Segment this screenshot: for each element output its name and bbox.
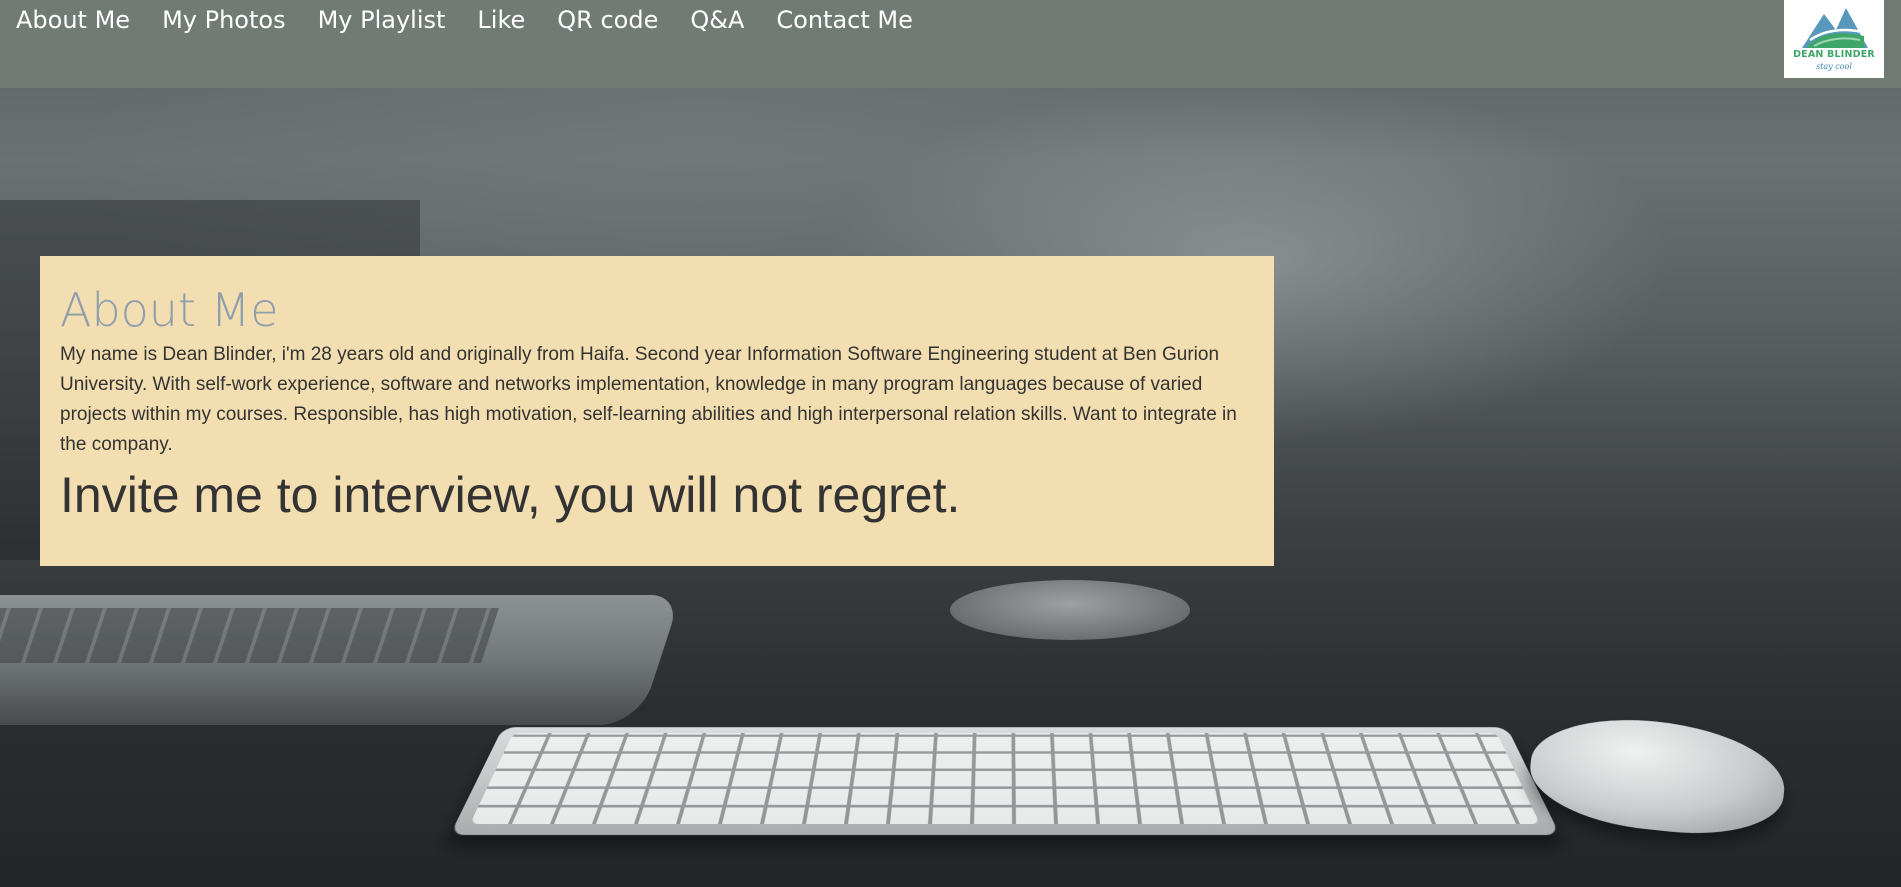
about-cta: Invite me to interview, you will not reg… [60,467,961,523]
nav-item-qa[interactable]: Q&A [674,0,760,35]
nav-item-my-playlist[interactable]: My Playlist [302,0,462,35]
page: About Me My Photos My Playlist Like QR c… [0,0,1901,887]
nav-item-about-me[interactable]: About Me [0,0,146,35]
laptop-keys-shape [0,608,499,663]
mountain-wave-logo-icon [1802,8,1868,48]
about-title: About Me [60,283,279,337]
nav-item-my-photos[interactable]: My Photos [146,0,302,35]
nav-item-like[interactable]: Like [461,0,541,35]
nav-item-qr-code[interactable]: QR code [541,0,674,35]
about-text: My name is Dean Blinder, i'm 28 years ol… [60,344,1237,455]
keyboard-keys-shape [470,733,1540,824]
site-logo[interactable]: DEAN BLINDER stay cool [1784,0,1884,78]
about-panel: About Me My name is Dean Blinder, i'm 28… [40,256,1274,566]
header-bar: About Me My Photos My Playlist Like QR c… [0,0,1901,88]
bowl-shape [950,580,1190,640]
main-nav: About Me My Photos My Playlist Like QR c… [0,0,929,35]
logo-tagline: stay cool [1816,62,1852,71]
nav-item-contact-me[interactable]: Contact Me [760,0,928,35]
mouse-shape [1525,708,1790,844]
logo-name: DEAN BLINDER [1793,49,1875,60]
